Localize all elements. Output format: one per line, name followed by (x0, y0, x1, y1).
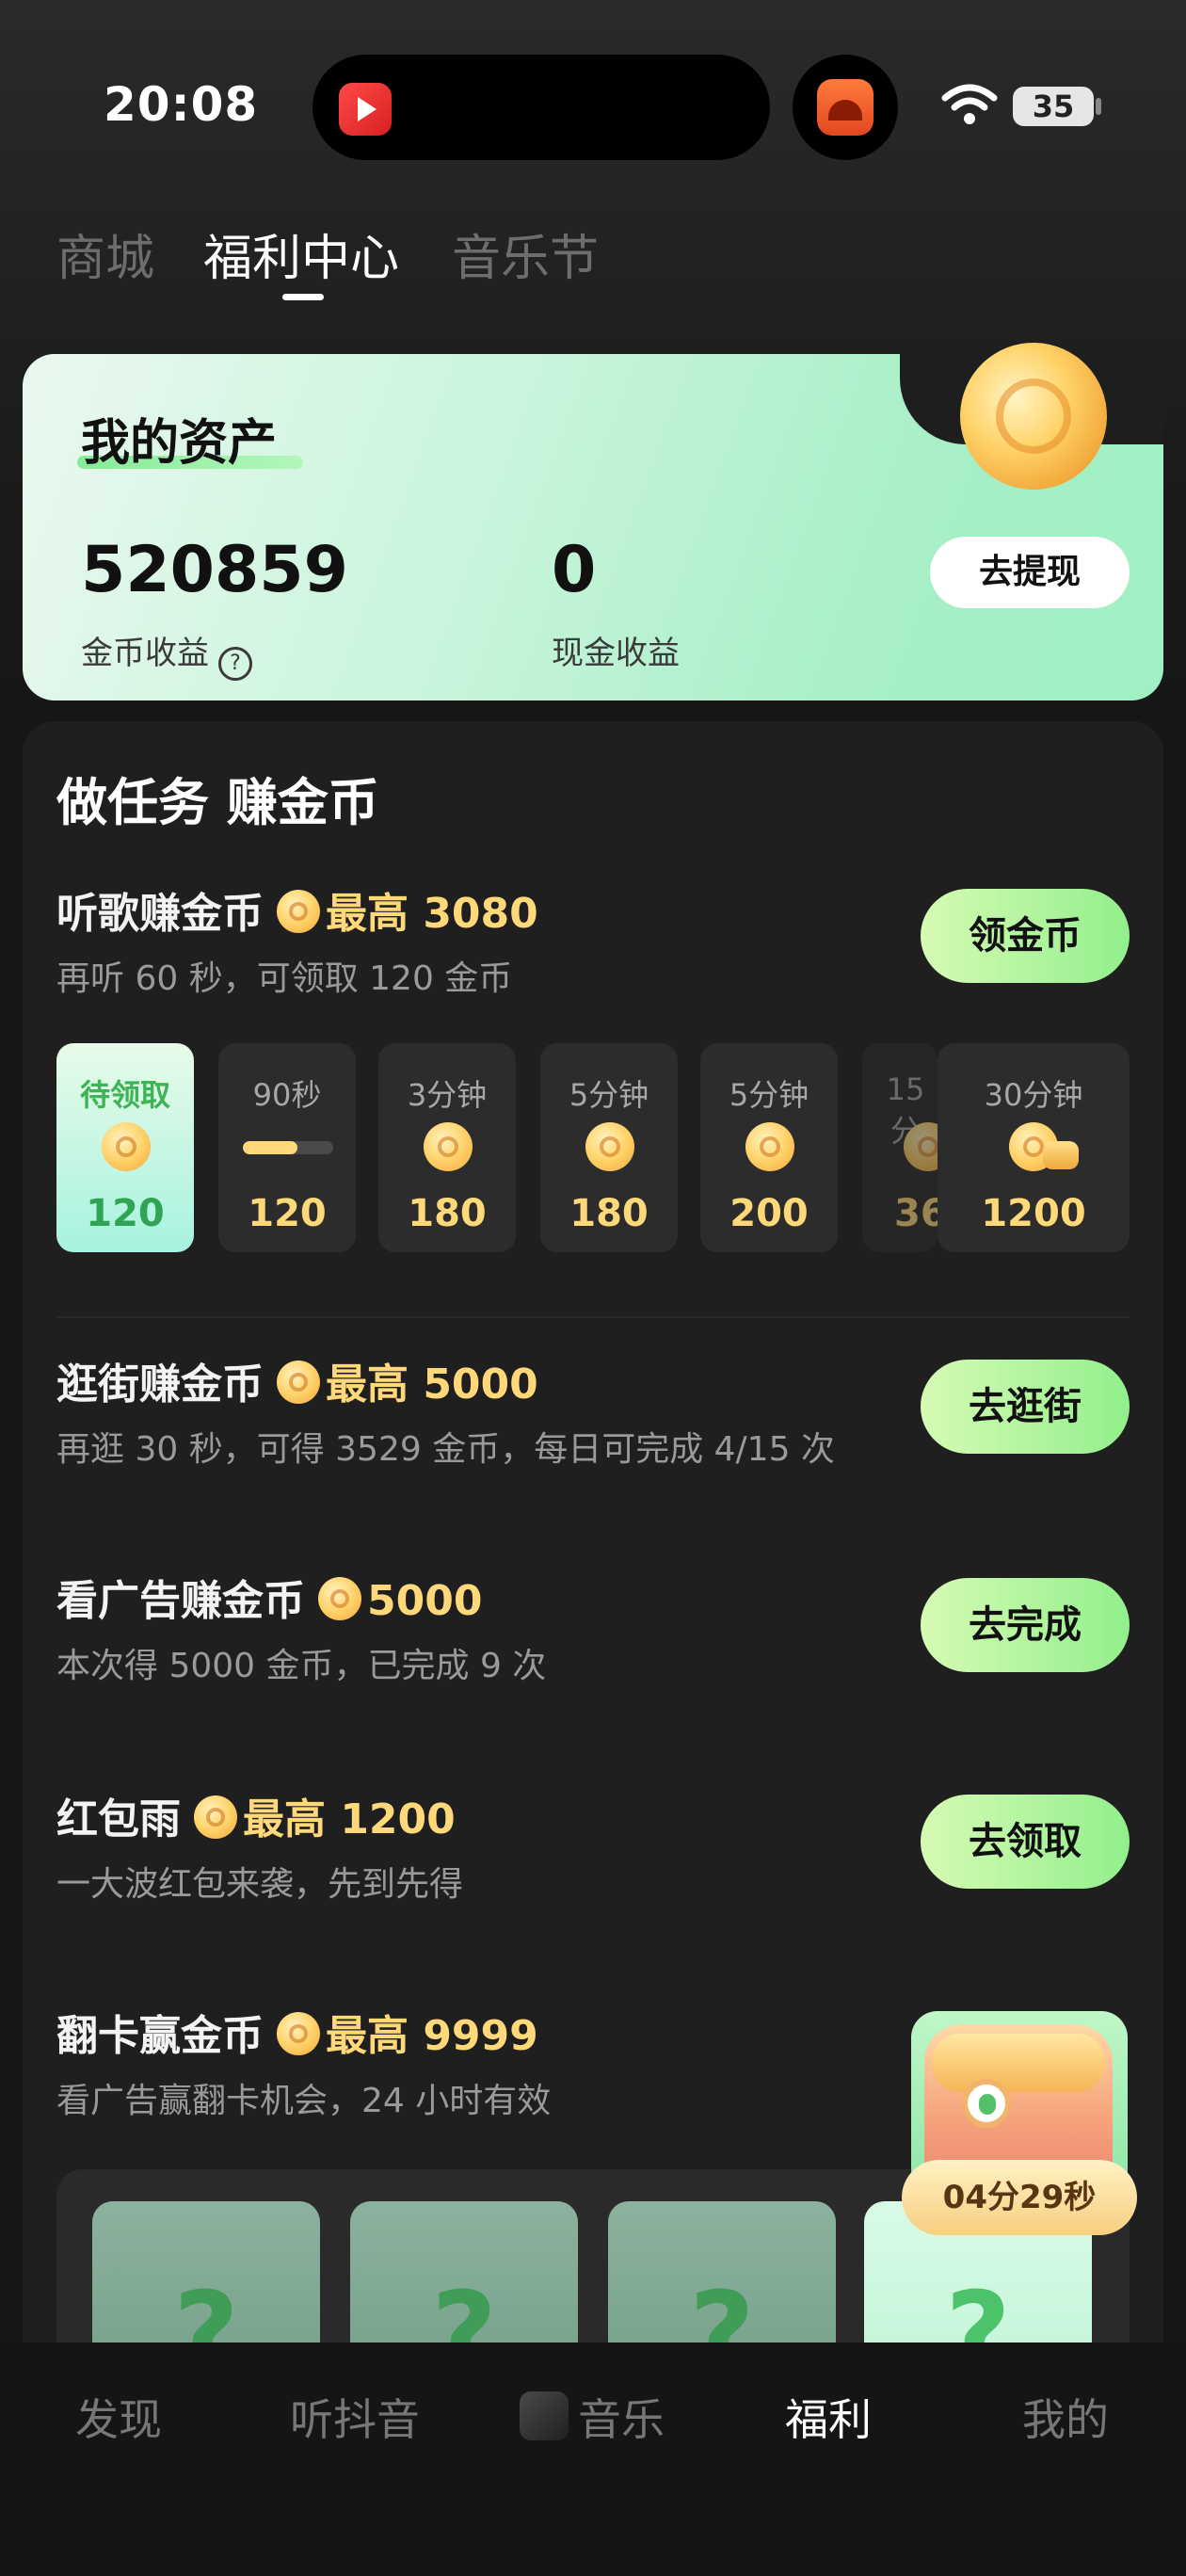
listen-progress-bar (243, 1141, 333, 1154)
coin-stack-icon (1043, 1141, 1079, 1169)
go-shopping-button[interactable]: 去逛街 (921, 1360, 1130, 1454)
claim-red-packet-button[interactable]: 去领取 (921, 1795, 1130, 1889)
coin-icon (102, 1122, 151, 1171)
listen-progress-fill (243, 1141, 297, 1154)
video-app-icon (339, 83, 392, 136)
ads-task-name: 看广告赚金币 (56, 1577, 305, 1625)
tile-label: 5分钟 (569, 1077, 649, 1113)
treasure-chest-lid (932, 2034, 1105, 2092)
task-section-title: 做任务 赚金币 (56, 773, 379, 832)
tile-value: 36 (894, 1192, 938, 1235)
nav-music[interactable]: 音乐 (578, 2386, 665, 2448)
complete-ad-button[interactable]: 去完成 (921, 1578, 1130, 1672)
bottom-nav (0, 2343, 1186, 2576)
cash-balance-label: 现金收益 (552, 635, 680, 672)
lock-icon (962, 2079, 1011, 2128)
listen-task-reward: 最高 3080 (326, 890, 538, 938)
active-tab-indicator (282, 294, 324, 300)
tile-value: 120 (86, 1192, 165, 1235)
withdraw-button[interactable]: 去提现 (930, 537, 1130, 608)
flip-card-task-title: 翻卡赢金币 最高 9999 (56, 2002, 538, 2062)
tab-music-festival[interactable]: 音乐节 (452, 218, 599, 289)
tile-label: 3分钟 (407, 1077, 488, 1113)
tile-value: 120 (248, 1192, 327, 1235)
status-time: 20:08 (104, 77, 259, 132)
timer-app-icon (817, 79, 873, 136)
shopping-task-title: 逛街赚金币 最高 5000 (56, 1350, 538, 1410)
red-packet-task-title: 红包雨 最高 1200 (56, 1785, 456, 1845)
listen-tile-5min-a[interactable]: 5分钟 180 (540, 1043, 678, 1252)
red-packet-task-subtitle: 一大波红包来袭，先到先得 (56, 1865, 464, 1904)
tab-mall[interactable]: 商城 (56, 218, 154, 289)
listen-tile-15min[interactable]: 15分 36 (862, 1043, 938, 1252)
claim-coins-button[interactable]: 领金币 (921, 889, 1130, 983)
music-avatar-icon (520, 2391, 569, 2440)
listen-task-name: 听歌赚金币 (56, 890, 264, 938)
coin-icon (277, 2012, 320, 2055)
cash-balance: 0 (552, 533, 597, 607)
shopping-task-subtitle: 再逛 30 秒，可得 3529 金币，每日可完成 4/15 次 (56, 1430, 835, 1469)
app-activity-bubble (793, 55, 898, 160)
help-icon[interactable]: ? (218, 647, 252, 681)
tile-value: 180 (569, 1192, 649, 1235)
flip-card-task-subtitle: 看广告赢翻卡机会，24 小时有效 (56, 2082, 552, 2120)
shopping-task-name: 逛街赚金币 (56, 1360, 264, 1409)
coin-icon (318, 1577, 361, 1620)
nav-welfare[interactable]: 福利 (785, 2386, 872, 2448)
coin-balance: 520859 (81, 533, 348, 607)
tile-label: 5分钟 (729, 1077, 809, 1113)
listen-tile-30min[interactable]: 30分钟 1200 (938, 1043, 1130, 1252)
nav-discover[interactable]: 发现 (75, 2386, 162, 2448)
tile-label: 30分钟 (984, 1077, 1083, 1113)
tile-label: 待领取 (79, 1077, 170, 1113)
shopping-task-reward: 最高 5000 (326, 1360, 538, 1409)
battery-tip (1096, 98, 1101, 115)
flip-card-task-reward: 最高 9999 (326, 2012, 538, 2060)
nav-listen[interactable]: 听抖音 (290, 2386, 420, 2448)
battery-icon: 35 (1013, 87, 1094, 126)
red-packet-task-name: 红包雨 (56, 1795, 181, 1843)
tile-value: 180 (408, 1192, 487, 1235)
ads-task-title: 看广告赚金币 5000 (56, 1567, 482, 1627)
coin-icon (194, 1795, 237, 1839)
coin-icon (277, 890, 320, 933)
listen-task-subtitle: 再听 60 秒，可领取 120 金币 (56, 959, 513, 998)
listen-tile-3min[interactable]: 3分钟 180 (378, 1043, 516, 1252)
listen-tile-5min-b[interactable]: 5分钟 200 (700, 1043, 838, 1252)
tile-label: 90秒 (252, 1077, 322, 1113)
coin-label-text: 金币收益 (81, 635, 209, 672)
divider (56, 1316, 1130, 1318)
ads-task-reward: 5000 (367, 1577, 483, 1625)
flip-card-task-name: 翻卡赢金币 (56, 2012, 264, 2060)
asset-title: 我的资产 (81, 415, 278, 472)
coin-icon (745, 1122, 794, 1171)
coin-icon (424, 1122, 473, 1171)
tile-value: 1200 (981, 1192, 1086, 1235)
nav-me[interactable]: 我的 (1022, 2386, 1109, 2448)
dynamic-island (313, 55, 770, 160)
tab-welfare-center[interactable]: 福利中心 (203, 218, 399, 289)
coin-icon (585, 1122, 634, 1171)
wifi-icon (941, 84, 998, 124)
chest-countdown[interactable]: 04分29秒 (902, 2160, 1137, 2235)
listen-tile-90s[interactable]: 90秒 120 (218, 1043, 356, 1252)
coin-icon (277, 1360, 320, 1404)
tile-value: 200 (729, 1192, 809, 1235)
listen-task-title: 听歌赚金币 最高 3080 (56, 879, 538, 940)
ads-task-subtitle: 本次得 5000 金币，已完成 9 次 (56, 1647, 547, 1685)
red-packet-task-reward: 最高 1200 (243, 1795, 456, 1843)
coin-balance-label: 金币收益? (81, 627, 252, 681)
listen-tile-pending[interactable]: 待领取 120 (56, 1043, 194, 1252)
